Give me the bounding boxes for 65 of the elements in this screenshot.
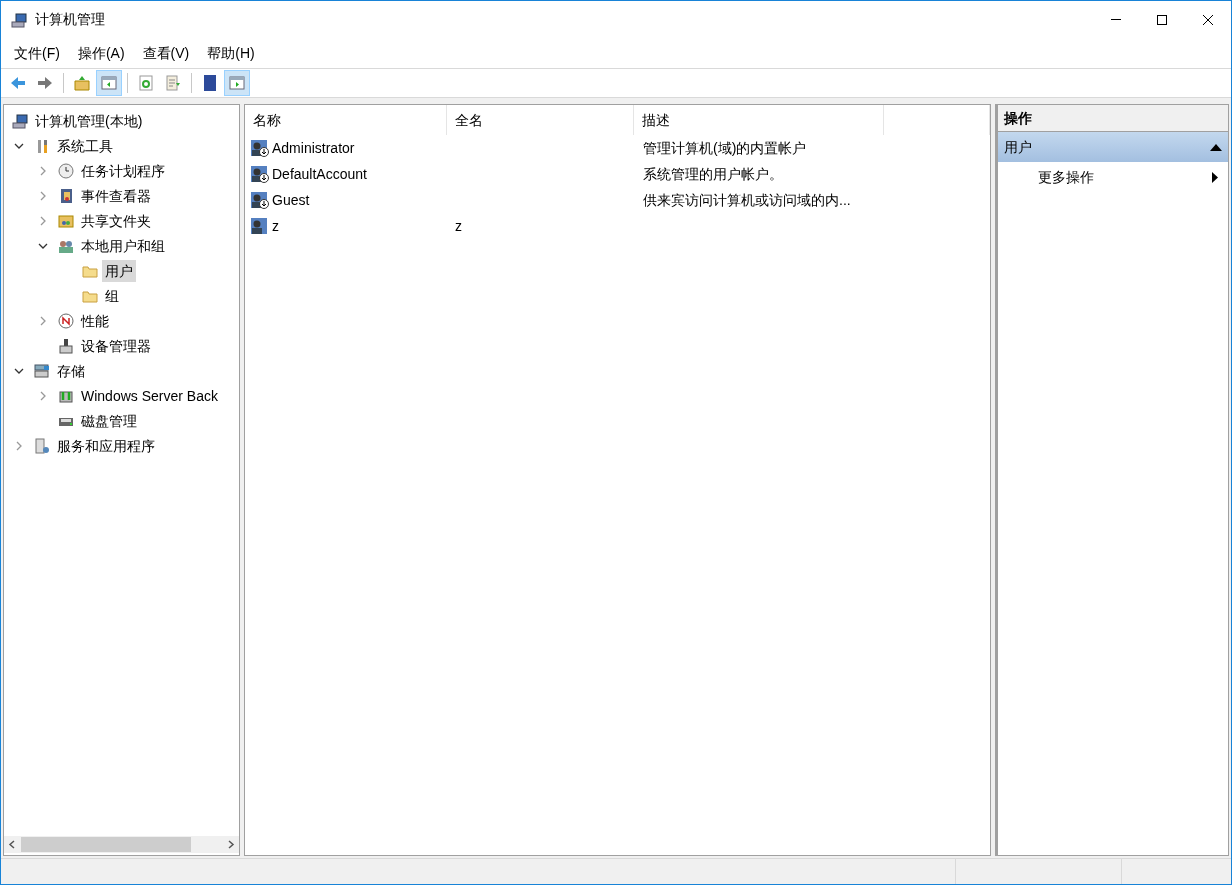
user-name[interactable]: z	[272, 215, 279, 237]
log-book-icon	[58, 187, 74, 204]
user-name[interactable]: Guest	[272, 189, 310, 211]
chevron-right-icon[interactable]	[14, 440, 24, 451]
menu-item[interactable]: 操作(A)	[68, 42, 134, 64]
refresh-icon	[137, 74, 155, 92]
maximize-icon	[1157, 14, 1167, 25]
description: 供来宾访问计算机或访问域的内...	[643, 191, 851, 208]
column-header[interactable]: 描述	[634, 105, 885, 135]
chevron-right-icon[interactable]	[38, 215, 48, 226]
tree-item[interactable]: 服务和应用程序	[54, 434, 158, 457]
horizontal-scrollbar[interactable]	[4, 836, 239, 853]
server-icon	[34, 437, 50, 454]
actions-header: 操作	[998, 105, 1228, 132]
shared-folder-icon	[58, 212, 74, 229]
clock-icon	[58, 162, 74, 179]
device-icon	[58, 337, 74, 354]
collapse-triangle-icon	[1210, 143, 1222, 151]
computer-icon	[12, 112, 28, 129]
chevron-right-icon[interactable]	[38, 165, 48, 176]
window-title: 计算机管理	[35, 10, 105, 29]
chevron-right-icon[interactable]	[38, 315, 48, 326]
tree-item[interactable]: 性能	[78, 309, 112, 332]
tree-item[interactable]: 用户	[102, 259, 136, 282]
column-header[interactable]: 名称	[245, 105, 447, 135]
folder-up-icon	[73, 74, 91, 92]
tree-item[interactable]: 设备管理器	[78, 334, 154, 357]
user-name[interactable]: Administrator	[272, 137, 355, 159]
tree-item[interactable]: 事件查看器	[78, 184, 154, 207]
forward-arrow-icon	[36, 74, 54, 92]
description: 管理计算机(域)的内置帐户	[643, 139, 807, 156]
column-header[interactable]: 全名	[446, 105, 635, 135]
tree-item[interactable]: 共享文件夹	[78, 209, 154, 232]
description: 系统管理的用户帐户。	[643, 165, 783, 182]
menu-item[interactable]: 文件(F)	[5, 42, 69, 64]
tree-item[interactable]: 任务计划程序	[78, 159, 168, 182]
export-list-icon	[164, 74, 182, 92]
user-icon	[250, 217, 270, 235]
tree-item[interactable]: Windows Server Back	[78, 384, 221, 407]
tree-item[interactable]: 组	[102, 284, 122, 307]
chevron-right-icon[interactable]	[38, 390, 48, 401]
minimize-icon	[1111, 19, 1121, 20]
tree-item[interactable]: 计算机管理(本地)	[32, 109, 146, 132]
menu-item[interactable]: 帮助(H)	[198, 42, 264, 64]
close-icon	[1203, 14, 1213, 25]
panel-left-button[interactable]	[96, 70, 122, 96]
panel-left-icon	[100, 74, 118, 92]
computer-icon	[11, 11, 27, 28]
full-name: z	[455, 217, 462, 234]
chevron-right-icon[interactable]	[38, 190, 48, 201]
back-arrow-icon	[9, 74, 27, 92]
submenu-triangle-icon	[1212, 171, 1218, 183]
user-name[interactable]: DefaultAccount	[272, 163, 367, 185]
scroll-thumb[interactable]	[21, 837, 191, 852]
panel-right-icon	[228, 74, 246, 92]
tree-item[interactable]: 磁盘管理	[78, 409, 140, 432]
tree-item[interactable]: 系统工具	[54, 134, 116, 157]
section-header[interactable]: 用户	[998, 132, 1228, 162]
storage-icon	[34, 362, 50, 379]
help-icon	[201, 74, 219, 92]
gauge-icon	[58, 312, 74, 329]
action-item[interactable]: 更多操作	[998, 162, 1228, 192]
tree-item[interactable]: 存储	[54, 359, 88, 382]
tree-item[interactable]: 本地用户和组	[78, 234, 168, 257]
menu-item[interactable]: 查看(V)	[133, 42, 199, 64]
